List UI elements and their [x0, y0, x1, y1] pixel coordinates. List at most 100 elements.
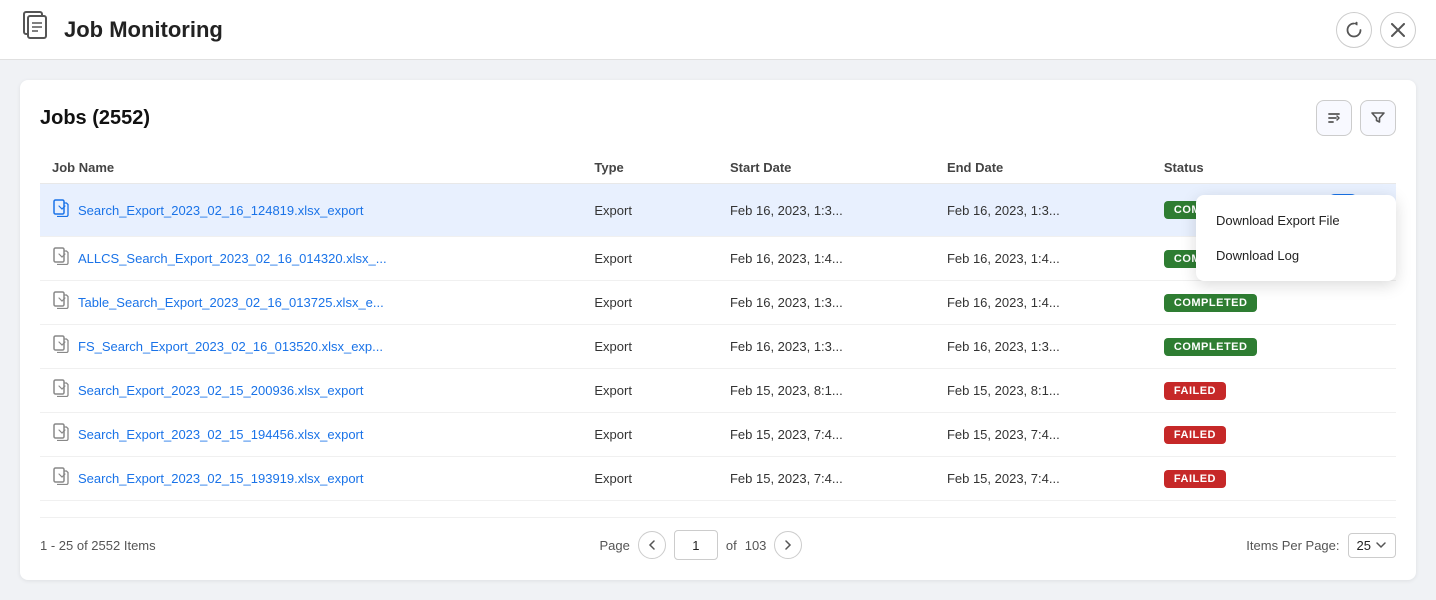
job-start-date: Feb 15, 2023, 7:4... [718, 457, 935, 501]
job-icon [52, 335, 70, 358]
job-end-date: Feb 15, 2023, 8:1... [935, 369, 1152, 413]
job-status: COMPLETED [1152, 281, 1315, 325]
status-badge: COMPLETED [1164, 338, 1258, 356]
job-start-date: Feb 16, 2023, 1:3... [718, 281, 935, 325]
jobs-table-container: Job Name Type Start Date End Date Status [40, 152, 1396, 501]
job-status: FAILED [1152, 369, 1315, 413]
job-name-cell: FS_Search_Export_2023_02_16_013520.xlsx_… [40, 325, 582, 369]
col-type: Type [582, 152, 718, 184]
sort-button[interactable] [1316, 100, 1352, 136]
job-type: Export [582, 325, 718, 369]
col-status: Status [1152, 152, 1315, 184]
job-name-link[interactable]: Table_Search_Export_2023_02_16_013725.xl… [78, 295, 384, 310]
job-actions-cell [1315, 413, 1396, 457]
job-status: FAILED [1152, 457, 1315, 501]
table-row[interactable]: ALLCS_Search_Export_2023_02_16_014320.xl… [40, 237, 1396, 281]
job-icon [52, 247, 70, 270]
job-end-date: Feb 16, 2023, 1:3... [935, 184, 1152, 237]
job-icon [52, 379, 70, 402]
app-icon [20, 10, 52, 49]
status-badge: FAILED [1164, 470, 1226, 488]
total-pages: 103 [745, 538, 767, 553]
job-name-link[interactable]: Search_Export_2023_02_15_193919.xlsx_exp… [78, 471, 364, 486]
table-row[interactable]: Search_Export_2023_02_15_193919.xlsx_exp… [40, 457, 1396, 501]
filter-button[interactable] [1360, 100, 1396, 136]
job-status: COMPLETED [1152, 325, 1315, 369]
items-per-page-control: Items Per Page: 25 [1246, 533, 1396, 558]
page-label: Page [600, 538, 630, 553]
job-type: Export [582, 237, 718, 281]
job-name-link[interactable]: FS_Search_Export_2023_02_16_013520.xlsx_… [78, 339, 383, 354]
job-status: FAILED [1152, 413, 1315, 457]
context-menu-item[interactable]: Download Export File [1196, 203, 1396, 238]
job-icon [52, 467, 70, 490]
table-row[interactable]: Search_Export_2023_02_16_124819.xlsx_exp… [40, 184, 1396, 237]
job-name-link[interactable]: Search_Export_2023_02_15_200936.xlsx_exp… [78, 383, 364, 398]
status-badge: COMPLETED [1164, 294, 1258, 312]
col-start-date: Start Date [718, 152, 935, 184]
page-number-input[interactable] [674, 530, 718, 560]
table-row[interactable]: Search_Export_2023_02_15_194456.xlsx_exp… [40, 413, 1396, 457]
job-name-link[interactable]: Search_Export_2023_02_16_124819.xlsx_exp… [78, 203, 364, 218]
app-title: Job Monitoring [64, 17, 223, 43]
job-type: Export [582, 457, 718, 501]
items-per-page-value: 25 [1357, 538, 1371, 553]
section-actions [1316, 100, 1396, 136]
job-start-date: Feb 16, 2023, 1:3... [718, 325, 935, 369]
job-actions-cell [1315, 281, 1396, 325]
job-end-date: Feb 15, 2023, 7:4... [935, 457, 1152, 501]
next-page-button[interactable] [774, 531, 802, 559]
context-menu: Download Export FileDownload Log [1196, 195, 1396, 281]
job-type: Export [582, 184, 718, 237]
job-actions-cell [1315, 457, 1396, 501]
table-row[interactable]: Search_Export_2023_02_15_200936.xlsx_exp… [40, 369, 1396, 413]
job-name-cell: Search_Export_2023_02_15_194456.xlsx_exp… [40, 413, 582, 457]
job-start-date: Feb 15, 2023, 7:4... [718, 413, 935, 457]
header-left: Job Monitoring [20, 10, 223, 49]
job-name-cell: Search_Export_2023_02_15_200936.xlsx_exp… [40, 369, 582, 413]
job-type: Export [582, 413, 718, 457]
status-badge: FAILED [1164, 382, 1226, 400]
job-actions-cell [1315, 369, 1396, 413]
refresh-button[interactable] [1336, 12, 1372, 48]
job-end-date: Feb 16, 2023, 1:4... [935, 281, 1152, 325]
col-job-name: Job Name [40, 152, 582, 184]
table-row[interactable]: Table_Search_Export_2023_02_16_013725.xl… [40, 281, 1396, 325]
table-header-row: Job Name Type Start Date End Date Status [40, 152, 1396, 184]
job-name-cell: Search_Export_2023_02_16_124819.xlsx_exp… [40, 184, 582, 237]
of-label: of [726, 538, 737, 553]
header-actions [1336, 12, 1416, 48]
main-panel: Jobs (2552) Job Name [20, 80, 1416, 580]
job-actions-cell [1315, 325, 1396, 369]
section-title: Jobs (2552) [40, 107, 150, 130]
col-end-date: End Date [935, 152, 1152, 184]
pagination-bar: 1 - 25 of 2552 Items Page of 103 Items P… [40, 517, 1396, 560]
context-menu-item[interactable]: Download Log [1196, 238, 1396, 273]
job-name-link[interactable]: ALLCS_Search_Export_2023_02_16_014320.xl… [78, 251, 387, 266]
job-end-date: Feb 16, 2023, 1:4... [935, 237, 1152, 281]
job-name-cell: Search_Export_2023_02_15_193919.xlsx_exp… [40, 457, 582, 501]
job-start-date: Feb 16, 2023, 1:3... [718, 184, 935, 237]
close-button[interactable] [1380, 12, 1416, 48]
job-start-date: Feb 16, 2023, 1:4... [718, 237, 935, 281]
job-type: Export [582, 281, 718, 325]
job-name-link[interactable]: Search_Export_2023_02_15_194456.xlsx_exp… [78, 427, 364, 442]
job-icon [52, 423, 70, 446]
job-icon [52, 291, 70, 314]
job-end-date: Feb 15, 2023, 7:4... [935, 413, 1152, 457]
table-row[interactable]: FS_Search_Export_2023_02_16_013520.xlsx_… [40, 325, 1396, 369]
app-header: Job Monitoring [0, 0, 1436, 60]
job-start-date: Feb 15, 2023, 8:1... [718, 369, 935, 413]
jobs-table: Job Name Type Start Date End Date Status [40, 152, 1396, 501]
items-per-page-select[interactable]: 25 [1348, 533, 1396, 558]
items-per-page-label: Items Per Page: [1246, 538, 1339, 553]
job-end-date: Feb 16, 2023, 1:3... [935, 325, 1152, 369]
job-icon [52, 199, 70, 222]
status-badge: FAILED [1164, 426, 1226, 444]
pagination-controls: Page of 103 [600, 530, 803, 560]
pagination-range: 1 - 25 of 2552 Items [40, 538, 156, 553]
job-type: Export [582, 369, 718, 413]
section-header: Jobs (2552) [40, 100, 1396, 136]
prev-page-button[interactable] [638, 531, 666, 559]
job-name-cell: Table_Search_Export_2023_02_16_013725.xl… [40, 281, 582, 325]
